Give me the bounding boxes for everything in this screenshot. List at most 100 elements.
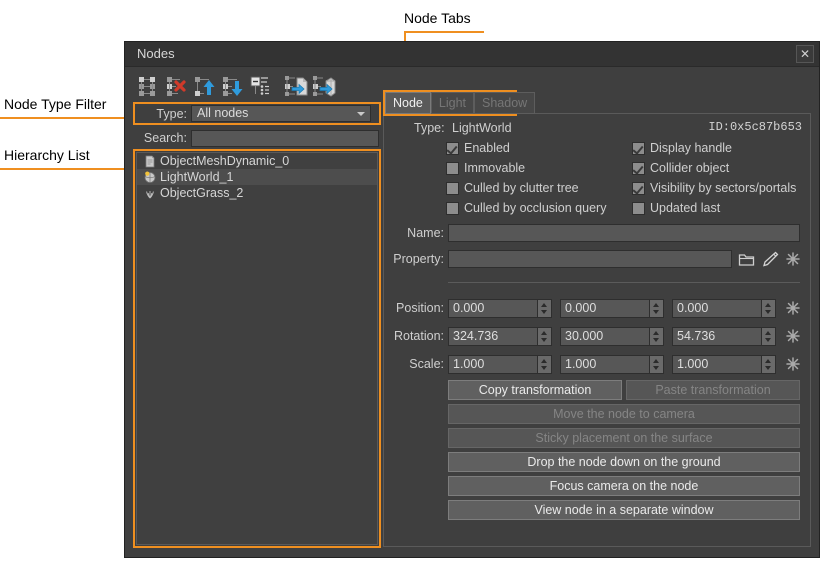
property-label: Property:: [390, 252, 444, 266]
scale-x-input[interactable]: 1.000: [448, 355, 552, 374]
node-id: ID:0x5c87b653: [708, 120, 802, 134]
checkbox-enabled[interactable]: Enabled: [446, 141, 510, 155]
scale-z-stepper[interactable]: [761, 356, 775, 373]
position-x-input[interactable]: 0.000: [448, 299, 552, 318]
rotation-x-input[interactable]: 324.736: [448, 327, 552, 346]
list-item-label: LightWorld_1: [160, 169, 233, 185]
reset-scale-icon[interactable]: [786, 357, 800, 376]
hierarchy-list-inner[interactable]: ObjectMeshDynamic_0 LightWorld_1: [136, 152, 378, 545]
scale-x-value: 1.000: [453, 357, 484, 371]
property-input[interactable]: [448, 250, 732, 268]
checkbox-collider-object-box: [632, 162, 645, 175]
rotation-x-value: 324.736: [453, 329, 498, 343]
list-item[interactable]: ObjectGrass_2: [137, 185, 377, 201]
type-filter-select[interactable]: All nodes: [191, 105, 371, 122]
tab-node[interactable]: Node: [385, 92, 431, 114]
annotation-hierarchy-leader: [0, 168, 132, 170]
create-node-icon[interactable]: [135, 73, 161, 99]
checkbox-display-handle-box: [632, 142, 645, 155]
window-titlebar: Nodes ✕: [125, 42, 819, 67]
rotation-x-stepper[interactable]: [537, 328, 551, 345]
search-row: Search:: [133, 128, 381, 148]
list-item-label: ObjectMeshDynamic_0: [160, 153, 289, 169]
rotation-z-input[interactable]: 54.736: [672, 327, 776, 346]
annotation-hierarchy-list: Hierarchy List: [4, 147, 90, 163]
reset-rotation-icon[interactable]: [786, 329, 800, 348]
rotation-z-stepper[interactable]: [761, 328, 775, 345]
checkbox-immovable-label: Immovable: [464, 161, 525, 175]
name-input[interactable]: [448, 224, 800, 242]
move-node-up-icon[interactable]: [191, 73, 217, 99]
tab-shadow[interactable]: Shadow: [474, 92, 535, 114]
list-item[interactable]: ObjectMeshDynamic_0: [137, 153, 377, 169]
close-icon[interactable]: ✕: [796, 45, 814, 63]
position-y-stepper[interactable]: [649, 300, 663, 317]
checkbox-culled-by-clutter-tree[interactable]: Culled by clutter tree: [446, 181, 579, 195]
node-type-filter: Type: All nodes: [133, 102, 381, 125]
name-label: Name:: [402, 226, 444, 240]
checkbox-collider-object[interactable]: Collider object: [632, 161, 729, 175]
hierarchy-list: ObjectMeshDynamic_0 LightWorld_1: [133, 149, 381, 548]
node-tabs: Node Light Shadow: [383, 90, 517, 116]
rotation-y-input[interactable]: 30.000: [560, 327, 664, 346]
position-y-input[interactable]: 0.000: [560, 299, 664, 318]
checkbox-enabled-label: Enabled: [464, 141, 510, 155]
checkbox-updated-last-box: [632, 202, 645, 215]
checkbox-culled-by-occlusion-query[interactable]: Culled by occlusion query: [446, 201, 606, 215]
checkbox-culled-by-clutter-tree-label: Culled by clutter tree: [464, 181, 579, 195]
checkbox-immovable-box: [446, 162, 459, 175]
section-divider: [448, 282, 800, 283]
checkbox-display-handle-label: Display handle: [650, 141, 732, 155]
checkbox-visibility-by-sectors-portals[interactable]: Visibility by sectors/portals: [632, 181, 796, 195]
position-x-value: 0.000: [453, 301, 484, 315]
position-y-value: 0.000: [565, 301, 596, 315]
screenshot-root: Node Tabs Node Type Filter Hierarchy Lis…: [0, 0, 824, 563]
pencil-icon[interactable]: [762, 251, 779, 272]
list-item-label: ObjectGrass_2: [160, 185, 243, 201]
chevron-down-icon: [357, 112, 365, 116]
position-z-stepper[interactable]: [761, 300, 775, 317]
checkbox-culled-by-clutter-tree-box: [446, 182, 459, 195]
nodes-window: Nodes ✕: [124, 41, 820, 558]
drop-node-to-ground-button[interactable]: Drop the node down on the ground: [448, 452, 800, 472]
collapse-tree-icon[interactable]: [247, 73, 273, 99]
rotation-label: Rotation:: [392, 329, 444, 343]
checkbox-display-handle[interactable]: Display handle: [632, 141, 732, 155]
checkbox-updated-last[interactable]: Updated last: [632, 201, 720, 215]
annotation-filter-leader: [0, 117, 132, 119]
import-node-icon[interactable]: [311, 73, 337, 99]
window-title: Nodes: [137, 46, 175, 61]
search-label: Search:: [133, 131, 187, 145]
sticky-placement-button[interactable]: Sticky placement on the surface: [448, 428, 800, 448]
paste-transformation-button[interactable]: Paste transformation: [626, 380, 800, 400]
rotation-y-stepper[interactable]: [649, 328, 663, 345]
scale-y-stepper[interactable]: [649, 356, 663, 373]
export-node-icon[interactable]: [283, 73, 309, 99]
delete-node-icon[interactable]: [163, 73, 189, 99]
clear-property-icon[interactable]: [786, 252, 800, 271]
view-node-separate-window-button[interactable]: View node in a separate window: [448, 500, 800, 520]
folder-icon[interactable]: [738, 251, 755, 272]
checkbox-visibility-by-sectors-portals-label: Visibility by sectors/portals: [650, 181, 796, 195]
scale-z-input[interactable]: 1.000: [672, 355, 776, 374]
tab-light[interactable]: Light: [431, 92, 474, 114]
scale-y-input[interactable]: 1.000: [560, 355, 664, 374]
copy-transformation-button[interactable]: Copy transformation: [448, 380, 622, 400]
checkbox-immovable[interactable]: Immovable: [446, 161, 525, 175]
move-node-down-icon[interactable]: [219, 73, 245, 99]
position-x-stepper[interactable]: [537, 300, 551, 317]
move-node-to-camera-button[interactable]: Move the node to camera: [448, 404, 800, 424]
scale-x-stepper[interactable]: [537, 356, 551, 373]
scale-z-value: 1.000: [677, 357, 708, 371]
reset-position-icon[interactable]: [786, 301, 800, 320]
list-item[interactable]: LightWorld_1: [137, 169, 377, 185]
node-properties-panel: Type: LightWorld ID:0x5c87b653 Enabled I…: [383, 113, 811, 547]
checkbox-collider-object-label: Collider object: [650, 161, 729, 175]
annotation-node-tabs: Node Tabs: [404, 10, 471, 26]
position-z-input[interactable]: 0.000: [672, 299, 776, 318]
focus-camera-button[interactable]: Focus camera on the node: [448, 476, 800, 496]
search-input[interactable]: [191, 130, 379, 147]
rotation-z-value: 54.736: [677, 329, 715, 343]
light-icon: [143, 170, 157, 184]
right-column: Node Light Shadow Type: LightWorld ID:0x…: [383, 71, 811, 549]
